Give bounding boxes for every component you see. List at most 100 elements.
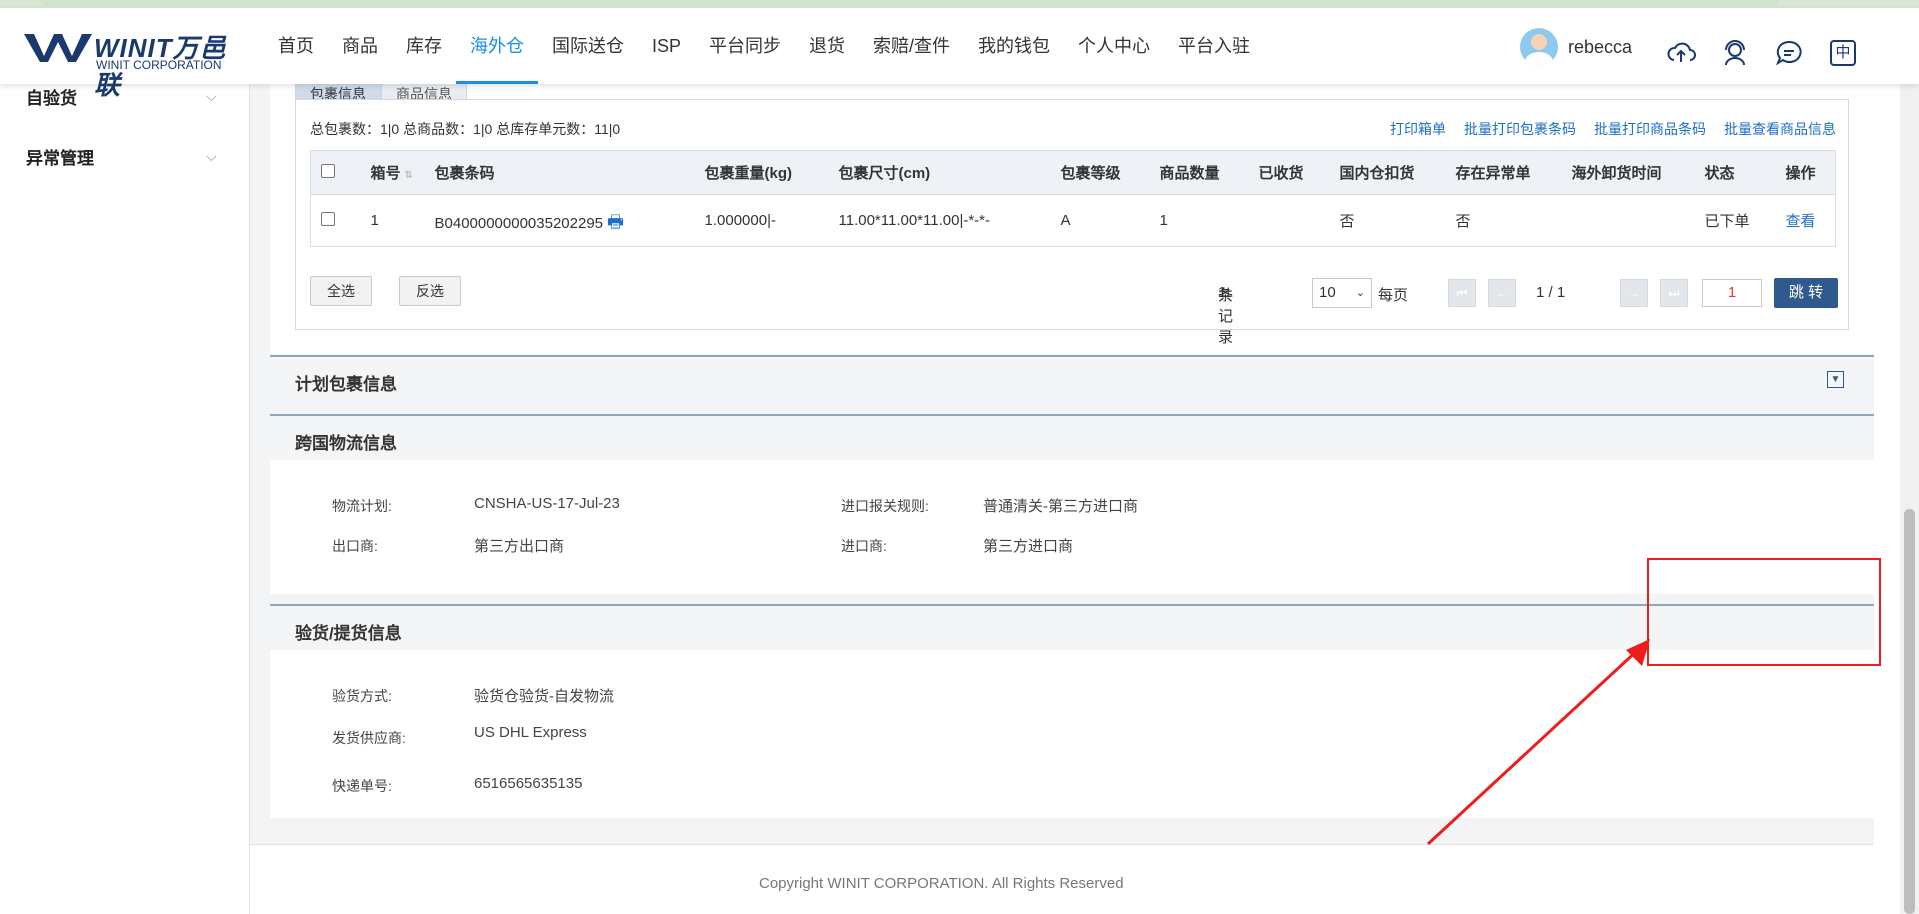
chevron-down-icon: ⌄ [1355, 287, 1365, 299]
logistics-section-body: 物流计划: CNSHA-US-17-Jul-23 进口报关规则: 普通清关-第三… [270, 460, 1874, 594]
tracking-number-value: 6516565635135 [474, 775, 583, 792]
col-domestic-hold: 国内仓扣货 [1329, 150, 1446, 195]
per-page-label: 每页 [1378, 287, 1409, 304]
carrier-value: US DHL Express [474, 724, 587, 741]
nav-isp[interactable]: ISP [638, 8, 695, 84]
row-checkbox[interactable] [321, 211, 335, 226]
logo-subtitle: WINIT CORPORATION [96, 58, 222, 72]
batch-links: 打印箱单 批量打印包裹条码 批量打印商品条码 批量查看商品信息 [1390, 119, 1836, 139]
pagination: 共 1 条记录 10 ⌄ 每页 ⏮ ← 1 / 1 → ⏭ 1 跳 转 [1218, 278, 1838, 346]
first-page-button[interactable]: ⏮ [1448, 279, 1476, 307]
jump-button[interactable]: 跳 转 [1774, 278, 1838, 308]
table-header-row: 箱号 ⇅ 包裹条码 包裹重量(kg) 包裹尺寸(cm) 包裹等级 商品数量 已收货… [310, 150, 1836, 195]
col-box-no[interactable]: 箱号 ⇅ [360, 150, 425, 195]
plan-section-header[interactable]: 计划包裹信息 ▼ [270, 355, 1874, 401]
col-received: 已收货 [1248, 150, 1330, 195]
batch-print-package-barcode-link[interactable]: 批量打印包裹条码 [1464, 119, 1576, 139]
nav-inventory[interactable]: 库存 [392, 8, 456, 84]
header-checkbox-cell [310, 150, 361, 195]
sidebar: 自验货 ⌵ 异常管理 ⌵ [0, 84, 250, 914]
inspection-method-label: 验货方式: [332, 688, 392, 704]
last-page-button[interactable]: ⏭ [1660, 279, 1688, 307]
nav-products[interactable]: 商品 [328, 8, 392, 84]
nav-personal-center[interactable]: 个人中心 [1064, 8, 1164, 84]
username[interactable]: rebecca [1568, 37, 1632, 58]
tracking-number-label: 快递单号: [332, 778, 392, 794]
nav-wallet[interactable]: 我的钱包 [964, 8, 1064, 84]
inspection-section-title: 验货/提货信息 [295, 624, 402, 643]
logistics-section-header: 跨国物流信息 [270, 414, 1874, 460]
annotation-highlight-box [1647, 558, 1881, 666]
avatar[interactable] [1520, 28, 1558, 66]
nav-home[interactable]: 首页 [264, 8, 328, 84]
package-panel: 包裹信息 商品信息 总包裹数：1|0 总商品数：1|0 总库存单元数：11|0 … [270, 84, 1874, 354]
chevron-down-icon[interactable]: ⌵ [206, 148, 217, 165]
winit-logo[interactable]: WINIT万邑联 WINIT CORPORATION [24, 28, 230, 100]
cell-has-exception: 否 [1455, 213, 1471, 230]
main-nav: 首页 商品 库存 海外仓 国际送仓 ISP 平台同步 退货 索赔/查件 我的钱包… [264, 8, 1264, 84]
plan-section-title: 计划包裹信息 [295, 375, 397, 394]
col-barcode: 包裹条码 [424, 150, 695, 195]
col-grade: 包裹等级 [1050, 150, 1150, 195]
package-summary: 总包裹数：1|0 总商品数：1|0 总库存单元数：11|0 [310, 121, 621, 137]
nav-international-shipping[interactable]: 国际送仓 [538, 8, 638, 84]
col-action: 操作 [1775, 150, 1836, 195]
support-icon[interactable] [1720, 38, 1750, 68]
importer-label: 进口商: [841, 538, 887, 554]
prev-page-button[interactable]: ← [1488, 279, 1516, 307]
cell-barcode: B0400000000035202295 [434, 214, 604, 232]
printer-icon[interactable]: 🖶 [607, 212, 624, 232]
col-has-exception: 存在异常单 [1445, 150, 1562, 195]
select-all-button[interactable]: 全选 [310, 276, 372, 306]
cell-box-no: 1 [370, 212, 379, 229]
browser-top-strip [0, 0, 1919, 8]
copyright-text: Copyright WINIT CORPORATION. All Rights … [759, 875, 1124, 892]
sidebar-item-exception-management[interactable]: 异常管理 [26, 144, 94, 169]
table-row: 1 B0400000000035202295 🖶 1.000000|- 11.00… [311, 195, 1836, 247]
logistics-section-title: 跨国物流信息 [295, 434, 397, 453]
select-all-checkbox[interactable] [321, 163, 335, 178]
print-box-list-link[interactable]: 打印箱单 [1390, 119, 1446, 139]
nav-overseas-warehouse[interactable]: 海外仓 [456, 8, 538, 84]
upload-icon[interactable] [1666, 38, 1696, 68]
page-size-value: 10 [1319, 284, 1336, 301]
col-size: 包裹尺寸(cm) [828, 150, 1051, 195]
user-menu[interactable]: rebecca [1520, 28, 1632, 66]
vertical-scrollbar[interactable] [1900, 84, 1919, 914]
col-box-no-label: 箱号 [370, 165, 401, 182]
nav-claims[interactable]: 索赔/查件 [859, 8, 964, 84]
footer: Copyright WINIT CORPORATION. All Rights … [250, 844, 1874, 914]
inspection-method-value: 验货仓验货-自发物流 [474, 688, 614, 705]
page-number-input[interactable]: 1 [1702, 279, 1762, 307]
package-box: 总包裹数：1|0 总商品数：1|0 总库存单元数：11|0 打印箱单 批量打印包… [295, 99, 1849, 346]
logo-mark-icon [24, 34, 92, 62]
cell-barcode-wrap: B0400000000035202295 🖶 [425, 195, 695, 247]
view-link[interactable]: 查看 [1786, 213, 1816, 230]
cell-action: 查看 [1776, 195, 1836, 247]
nav-platform-sync[interactable]: 平台同步 [695, 8, 795, 84]
chat-icon[interactable] [1774, 38, 1804, 68]
annotation-arrow-icon [1426, 639, 1650, 846]
next-page-button[interactable]: → [1620, 279, 1648, 307]
importer-value: 第三方进口商 [983, 538, 1074, 555]
sidebar-item-self-inspection[interactable]: 自验货 [26, 84, 77, 109]
sort-icon[interactable]: ⇅ [405, 170, 413, 181]
nav-returns[interactable]: 退货 [795, 8, 859, 84]
batch-print-product-barcode-link[interactable]: 批量打印商品条码 [1594, 119, 1706, 139]
page-size-select[interactable]: 10 ⌄ [1312, 278, 1372, 308]
col-unload-time: 海外卸货时间 [1561, 150, 1695, 195]
batch-view-product-info-link[interactable]: 批量查看商品信息 [1724, 119, 1836, 139]
cell-received [1249, 195, 1330, 247]
top-header: WINIT万邑联 WINIT CORPORATION 首页 商品 库存 海外仓 … [0, 8, 1919, 100]
nav-platform-onboarding[interactable]: 平台入驻 [1164, 8, 1264, 84]
package-table: 箱号 ⇅ 包裹条码 包裹重量(kg) 包裹尺寸(cm) 包裹等级 商品数量 已收货… [310, 150, 1836, 247]
cell-domestic-hold: 否 [1339, 213, 1355, 230]
carrier-label: 发货供应商: [332, 730, 406, 746]
page-info: 1 / 1 [1536, 284, 1566, 301]
language-label: 中 [1835, 44, 1851, 61]
scrollbar-thumb[interactable] [1904, 509, 1915, 914]
row-checkbox-cell [311, 195, 361, 247]
invert-selection-button[interactable]: 反选 [399, 276, 461, 306]
language-icon[interactable]: 中 [1830, 40, 1856, 66]
expand-toggle-icon[interactable]: ▼ [1827, 371, 1844, 388]
